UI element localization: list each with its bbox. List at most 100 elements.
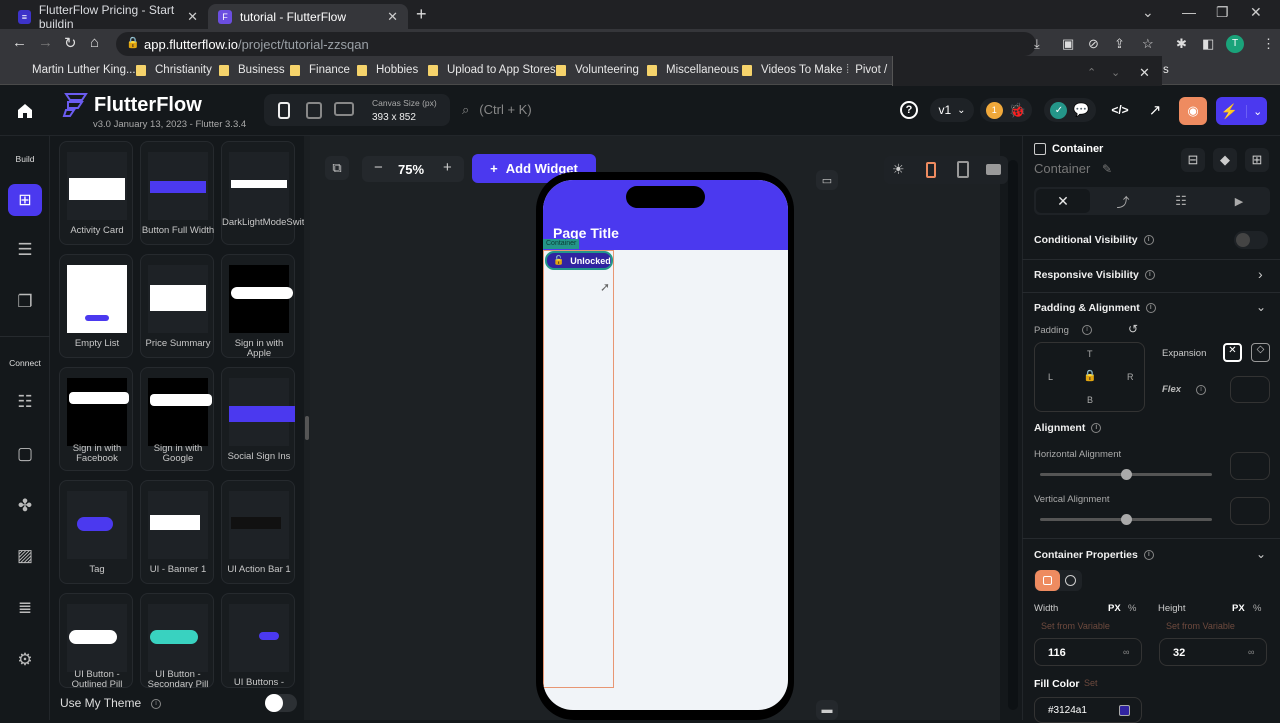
tab-search-icon[interactable]: ⌄	[1142, 4, 1154, 21]
circle-shape-button[interactable]	[1065, 575, 1076, 586]
version-select[interactable]: v1 ⌄	[930, 98, 974, 122]
info-icon[interactable]: i	[1091, 423, 1102, 434]
info-icon[interactable]: i	[1196, 385, 1206, 395]
close-window-button[interactable]: ✕	[1250, 4, 1262, 21]
open-external-icon[interactable]: ↗	[1144, 100, 1166, 120]
settings-button[interactable]: ⚙	[13, 648, 37, 672]
save-component-icon[interactable]: ⊞	[1245, 148, 1269, 172]
tab-backend-query[interactable]: ☷	[1154, 189, 1208, 213]
infinity-button[interactable]: ∞	[1248, 647, 1254, 657]
widget-card[interactable]: Activity Card	[59, 141, 133, 245]
side-panel-icon[interactable]: ◧	[1202, 36, 1214, 52]
bookmark-folder[interactable]: Business	[219, 64, 285, 76]
bookmark-folder[interactable]: Finance	[290, 64, 350, 76]
edit-name-icon[interactable]: ✎	[1102, 162, 1112, 176]
browser-tab-tutorial[interactable]: F tutorial - FlutterFlow ✕	[208, 4, 408, 29]
info-icon[interactable]: i	[1144, 270, 1155, 281]
widget-card[interactable]: DarkLightModeSwitch	[221, 141, 314, 245]
widget-card[interactable]: Sign in with Apple	[221, 254, 295, 359]
bookmark-folder[interactable]: Videos To Make	[742, 64, 842, 76]
new-tab-button[interactable]: +	[416, 4, 427, 25]
width-set-from-variable[interactable]: Set from Variable	[1041, 621, 1110, 631]
bookmark-item[interactable]: ⁞ Pivot /	[846, 64, 887, 76]
tablet-device-button[interactable]	[306, 102, 322, 119]
back-icon[interactable]: ←	[12, 34, 27, 51]
fill-color-input[interactable]: #3124a1	[1034, 697, 1142, 723]
chevron-down-icon[interactable]: ⌄	[1246, 104, 1262, 118]
widget-palette-button[interactable]: ⊞	[8, 184, 42, 216]
phone-frame-icon[interactable]	[926, 162, 936, 178]
toggle-nav-bar-button[interactable]: ▬	[816, 700, 838, 720]
vertical-alignment-input[interactable]	[1230, 497, 1270, 525]
add-to-widget-icon[interactable]: ⊟	[1181, 148, 1205, 172]
info-icon[interactable]: i	[151, 699, 161, 709]
home-icon[interactable]: ⌂	[90, 34, 99, 51]
maximize-button[interactable]: ❐	[1216, 4, 1229, 21]
height-unit-percent[interactable]: %	[1253, 603, 1261, 614]
menu-icon[interactable]: ⋮	[1262, 36, 1275, 52]
widget-card[interactable]: UI - Banner 1	[140, 480, 214, 584]
page-selector-button[interactable]: ❐	[13, 290, 37, 314]
bookmark-folder[interactable]: Volunteering	[556, 64, 639, 76]
padding-alignment-header[interactable]: Padding & Alignment i	[1034, 302, 1156, 314]
widget-card[interactable]: Tag	[59, 480, 133, 584]
bookmark-star-icon[interactable]: ☆	[1142, 36, 1154, 52]
bookmark-item[interactable]: Martin Luther King...	[32, 64, 136, 76]
keyboard-icon[interactable]	[986, 164, 1001, 175]
padding-right[interactable]: R	[1127, 372, 1134, 382]
extensions-icon[interactable]: ✱	[1176, 36, 1187, 52]
widget-card[interactable]: Empty List	[59, 254, 133, 358]
widget-card[interactable]: UI Button - Outlined Pill	[59, 593, 133, 690]
bookmark-folder[interactable]: Hobbies	[357, 64, 418, 76]
bookmark-folder[interactable]: Christianity	[136, 64, 212, 76]
phone-device-button[interactable]	[278, 102, 290, 119]
preview-button[interactable]: ◉	[1179, 97, 1207, 125]
find-next-icon[interactable]: ⌄	[1111, 66, 1120, 79]
tab-animations[interactable]: ▶	[1212, 189, 1266, 213]
zoom-page-icon[interactable]: ▣	[1062, 36, 1074, 52]
canvas-scrollbar[interactable]	[1008, 160, 1018, 710]
issues-button[interactable]: 1 🐞	[980, 98, 1032, 122]
flex-input[interactable]	[1230, 376, 1270, 403]
bookmark-folder[interactable]: Miscellaneous	[647, 64, 739, 76]
infinity-button[interactable]: ∞	[1123, 647, 1129, 657]
custom-code-button[interactable]: ≣	[13, 596, 37, 620]
reset-icon[interactable]: ↺	[1128, 322, 1138, 336]
bookmark-folder[interactable]: Upload to App Stores	[428, 64, 556, 76]
widget-card[interactable]: Sign in with Facebook	[59, 367, 133, 471]
diamond-icon[interactable]: ◆	[1213, 148, 1237, 172]
widget-card[interactable]: UI Button - Secondary Pill	[140, 593, 214, 690]
info-icon[interactable]: i	[1082, 325, 1092, 335]
desktop-device-button[interactable]	[334, 102, 354, 116]
firestore-button[interactable]: ☷	[13, 390, 37, 414]
close-tab-icon[interactable]: ✕	[387, 9, 398, 25]
info-icon[interactable]: i	[1143, 550, 1154, 561]
height-unit-px[interactable]: PX	[1232, 603, 1245, 614]
horizontal-alignment-input[interactable]	[1230, 452, 1270, 480]
info-icon[interactable]: i	[1143, 235, 1154, 246]
use-my-theme-toggle[interactable]	[265, 694, 297, 712]
search-button[interactable]: ⌕ (Ctrl + K)	[462, 102, 532, 118]
width-input[interactable]: 116 ∞	[1034, 638, 1142, 666]
container-properties-header[interactable]: Container Properties i	[1034, 549, 1154, 561]
eye-off-icon[interactable]: ⊘	[1088, 36, 1099, 52]
canvas-size-value[interactable]: 393 x 852	[372, 112, 416, 123]
url-input[interactable]: 🔒 app.flutterflow.io/project/tutorial-zz…	[116, 32, 1036, 56]
install-icon[interactable]: ⤓	[1034, 36, 1040, 52]
chevron-down-icon[interactable]: ⌄	[1256, 547, 1266, 561]
widget-card[interactable]: Social Sign Ins	[221, 367, 295, 471]
padding-bottom[interactable]: B	[1087, 395, 1093, 405]
horizontal-alignment-slider[interactable]	[1040, 469, 1212, 480]
collaboration-button[interactable]: ✓ 💬	[1044, 98, 1096, 122]
profile-avatar[interactable]: T	[1226, 35, 1244, 53]
slider-thumb[interactable]	[1121, 469, 1132, 480]
share-icon[interactable]: ⇪	[1114, 36, 1125, 52]
find-previous-icon[interactable]: ⌃	[1087, 66, 1096, 79]
tablet-frame-icon[interactable]	[957, 161, 969, 178]
widget-card[interactable]: UI Action Bar 1	[221, 480, 295, 584]
storyboard-button[interactable]: ▢	[13, 442, 37, 466]
conditional-visibility-toggle[interactable]	[1234, 231, 1268, 249]
widget-card[interactable]: UI Buttons - Combo	[221, 593, 295, 698]
api-calls-button[interactable]: ✤	[13, 494, 37, 518]
fit-canvas-button[interactable]: ⧉	[325, 156, 349, 180]
